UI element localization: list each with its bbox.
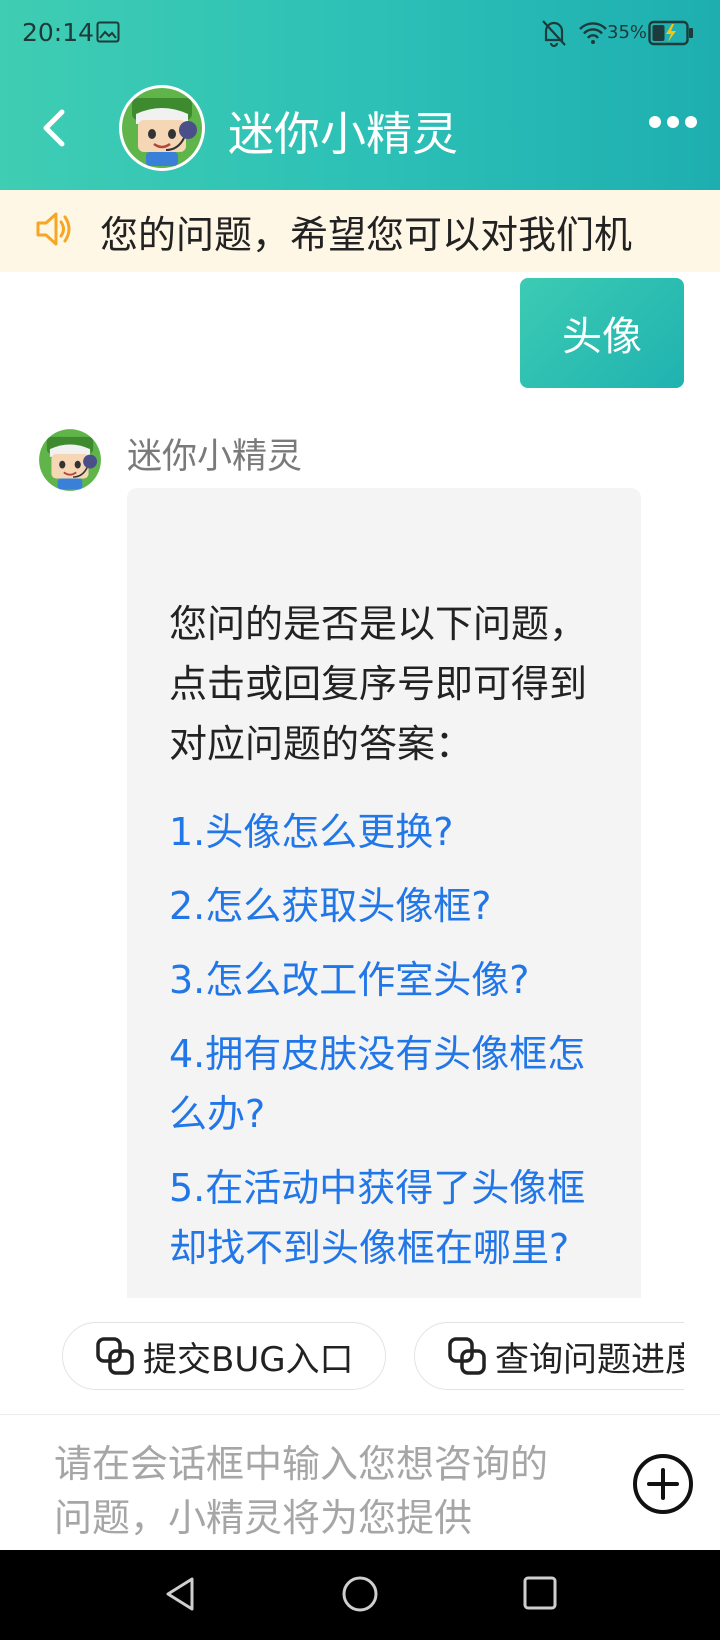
input-area: 请在会话框中输入您想咨询的问题，小精灵将为您提供 (0, 1414, 720, 1550)
notice-text: 您的问题，希望您可以对我们机 (100, 213, 633, 257)
wifi-icon (579, 22, 607, 44)
nav-home-icon[interactable] (340, 1574, 380, 1614)
question-list: 1.头像怎么更换? 2.怎么获取头像框? 3.怎么改工作室头像? 4.拥有皮肤没… (169, 802, 601, 1278)
nav-back-icon[interactable] (160, 1574, 200, 1614)
bot-avatar[interactable] (36, 426, 104, 494)
more-options-button[interactable] (648, 110, 698, 134)
question-link[interactable]: 3.怎么改工作室头像? (169, 950, 601, 1010)
bot-message: 您问的是否是以下问题，点击或回复序号即可得到对应问题的答案： 1.头像怎么更换?… (127, 488, 641, 1298)
battery-icon (648, 20, 693, 46)
link-icon (96, 1337, 134, 1375)
quick-bar-edge (684, 1300, 720, 1410)
question-link[interactable]: 1.头像怎么更换? (169, 802, 601, 862)
status-time: 20:14 (22, 18, 95, 47)
bot-intro-text: 您问的是否是以下问题，点击或回复序号即可得到对应问题的答案： (169, 602, 588, 766)
system-nav-bar (0, 1550, 720, 1640)
message-input[interactable]: 请在会话框中输入您想咨询的问题，小精灵将为您提供 (54, 1437, 554, 1543)
page-title: 迷你小精灵 (228, 107, 458, 161)
link-icon (448, 1337, 486, 1375)
avatar[interactable] (118, 84, 206, 172)
header: 20:14 35% 迷你小精灵 (0, 0, 720, 190)
user-message: 头像 (520, 278, 684, 388)
battery-percent: 35% (607, 22, 648, 43)
question-link[interactable]: 2.怎么获取头像框? (169, 876, 601, 936)
gallery-icon (96, 21, 120, 43)
chip-label: 提交BUG入口 (143, 1339, 354, 1380)
speaker-icon (36, 212, 71, 246)
question-link[interactable]: 5.在活动中获得了头像框却找不到头像框在哪里? (169, 1158, 601, 1278)
back-button[interactable] (30, 100, 80, 156)
chip-label: 查询问题进度 (495, 1339, 699, 1380)
submit-bug-button[interactable]: 提交BUG入口 (62, 1322, 386, 1390)
question-link[interactable]: 4.拥有皮肤没有头像框怎么办? (169, 1024, 601, 1144)
chat-area[interactable]: 头像 迷你小精灵 您问的是否是以下问题，点击或回复序号即可得到对应问题的答案： … (0, 272, 720, 1298)
quick-actions-bar[interactable]: 提交BUG入口 查询问题进度 (0, 1300, 720, 1410)
notice-bar[interactable]: 您的问题，希望您可以对我们机 (0, 190, 720, 272)
nav-recent-icon[interactable] (522, 1575, 558, 1611)
bell-off-icon (542, 20, 566, 48)
add-button[interactable] (632, 1453, 694, 1515)
status-bar: 20:14 35% (0, 0, 720, 68)
bot-name: 迷你小精灵 (127, 437, 303, 477)
query-progress-button[interactable]: 查询问题进度 (414, 1322, 720, 1390)
